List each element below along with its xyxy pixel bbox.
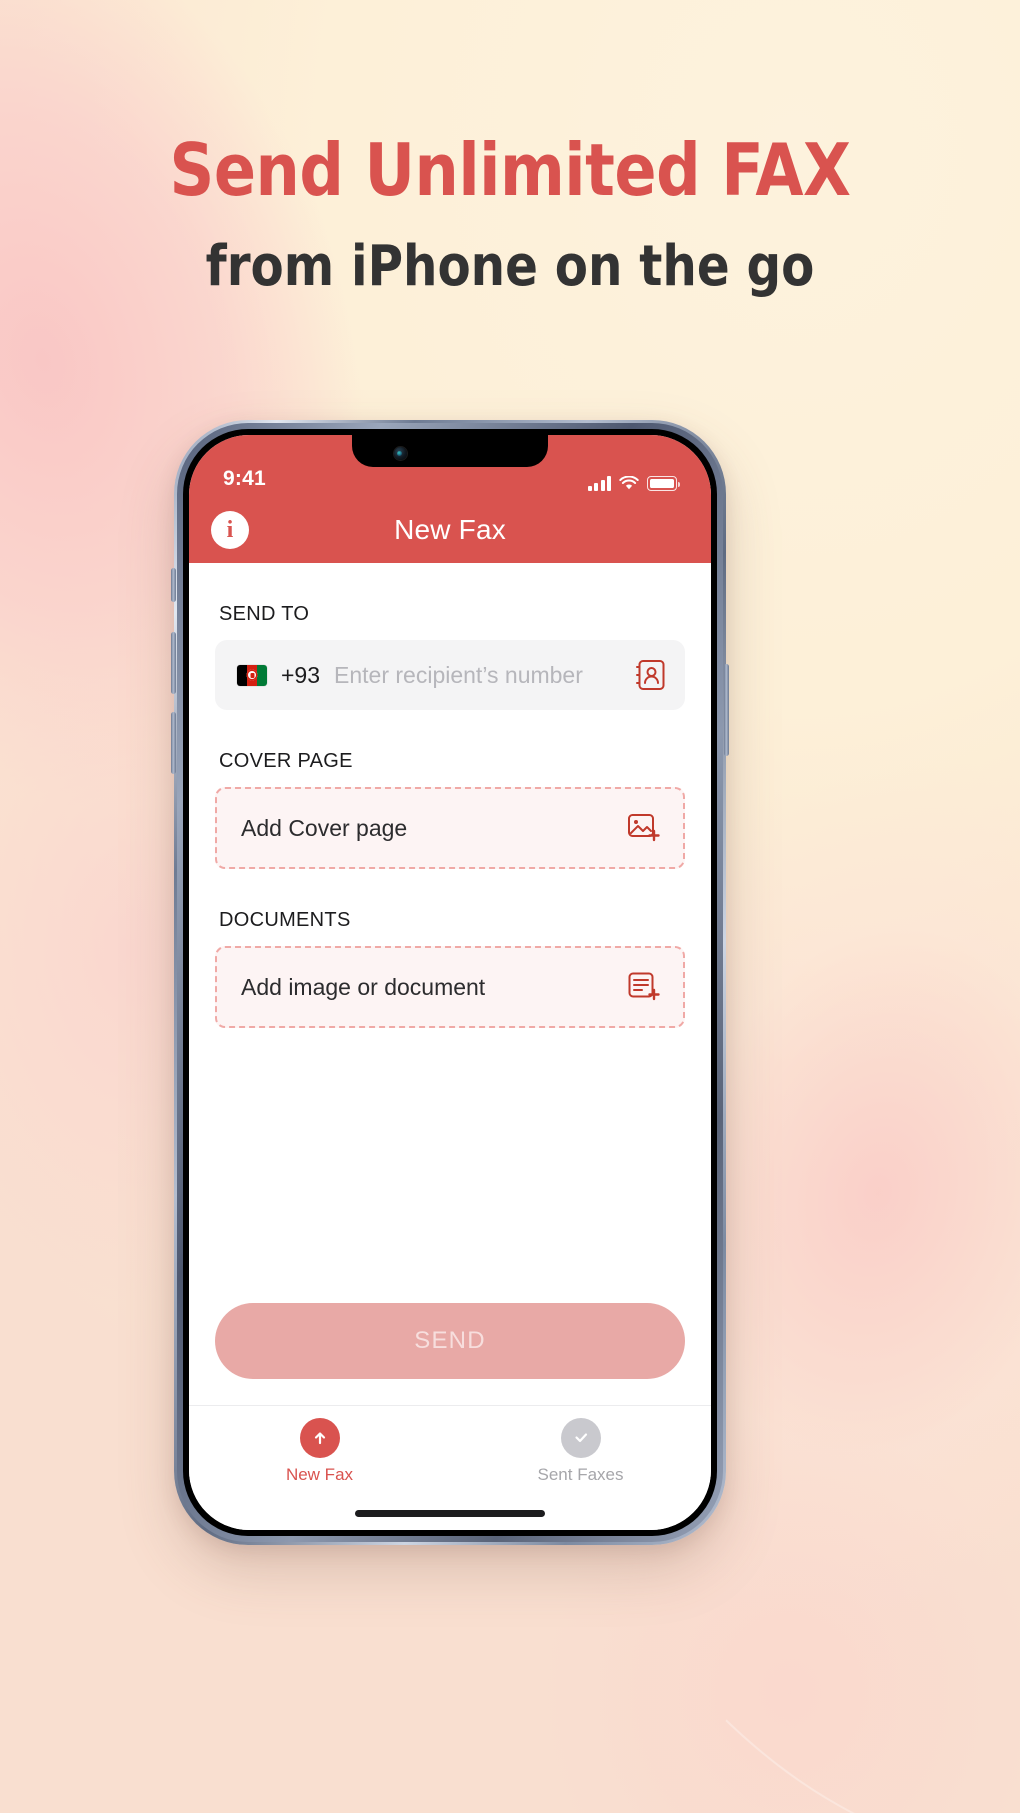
add-document-label: Add image or document — [241, 973, 486, 1000]
cellular-signal-icon — [587, 476, 611, 491]
promo-text-block: Send Unlimited FAX from iPhone on the go — [0, 128, 1020, 299]
country-dial-code[interactable]: +93 — [281, 662, 320, 689]
recipient-number-input[interactable]: Enter recipient’s number — [334, 662, 621, 689]
send-button[interactable]: SEND — [215, 1303, 685, 1379]
info-icon-label: i — [226, 517, 234, 543]
wifi-icon — [619, 476, 639, 490]
tab-sent-faxes-icon-wrap — [560, 1418, 601, 1458]
status-bar: 9:41 — [189, 435, 711, 497]
documents-section-label: DOCUMENTS — [219, 909, 351, 931]
flag-emblem — [246, 669, 258, 681]
iphone-mockup: 9:41 i New Fax SEND TO +93 Enter recipie… — [171, 420, 729, 1545]
cover-page-section-label: COVER PAGE — [219, 750, 353, 772]
page-title: New Fax — [394, 514, 506, 545]
notch — [352, 435, 548, 467]
add-image-icon — [628, 814, 660, 842]
send-to-section-label: SEND TO — [219, 603, 310, 625]
tab-new-fax[interactable]: New Fax — [189, 1418, 450, 1485]
add-cover-page-button[interactable]: Add Cover page — [215, 787, 685, 869]
home-indicator[interactable] — [355, 1510, 545, 1517]
check-circle-icon — [560, 1418, 601, 1458]
tab-new-fax-icon-wrap — [299, 1418, 340, 1458]
power-button[interactable] — [724, 664, 729, 756]
flag-afghanistan-icon[interactable] — [237, 664, 267, 686]
tab-sent-faxes-label: Sent Faxes — [537, 1465, 624, 1484]
tab-sent-faxes[interactable]: Sent Faxes — [450, 1418, 711, 1485]
promo-subheadline: from iPhone on the go — [205, 233, 815, 299]
promo-headline: Send Unlimited FAX — [169, 128, 851, 212]
bottom-tab-bar: New Fax Sent Faxes — [189, 1405, 711, 1530]
silent-switch[interactable] — [171, 568, 176, 602]
add-cover-page-label: Add Cover page — [241, 814, 408, 841]
volume-up-button[interactable] — [171, 632, 176, 694]
status-bar-indicators — [587, 476, 680, 491]
phone-body: 9:41 i New Fax SEND TO +93 Enter recipie… — [183, 429, 717, 1536]
contact-card-icon[interactable] — [635, 658, 667, 692]
status-bar-clock: 9:41 — [223, 467, 266, 490]
front-camera-icon — [394, 447, 407, 460]
add-document-icon — [628, 972, 660, 1001]
app-navigation-bar: i New Fax — [189, 497, 711, 563]
add-document-button[interactable]: Add image or document — [215, 946, 685, 1028]
phone-screen: 9:41 i New Fax SEND TO +93 Enter recipie… — [189, 435, 711, 1530]
arrow-up-circle-icon — [299, 1418, 340, 1458]
battery-full-icon — [647, 476, 680, 491]
volume-down-button[interactable] — [171, 712, 176, 774]
tab-new-fax-label: New Fax — [285, 1465, 354, 1484]
info-circle-icon[interactable]: i — [211, 511, 249, 549]
recipient-number-field[interactable]: +93 Enter recipient’s number — [215, 640, 685, 710]
new-fax-form: SEND TO +93 Enter recipient’s number COV… — [189, 563, 711, 1405]
